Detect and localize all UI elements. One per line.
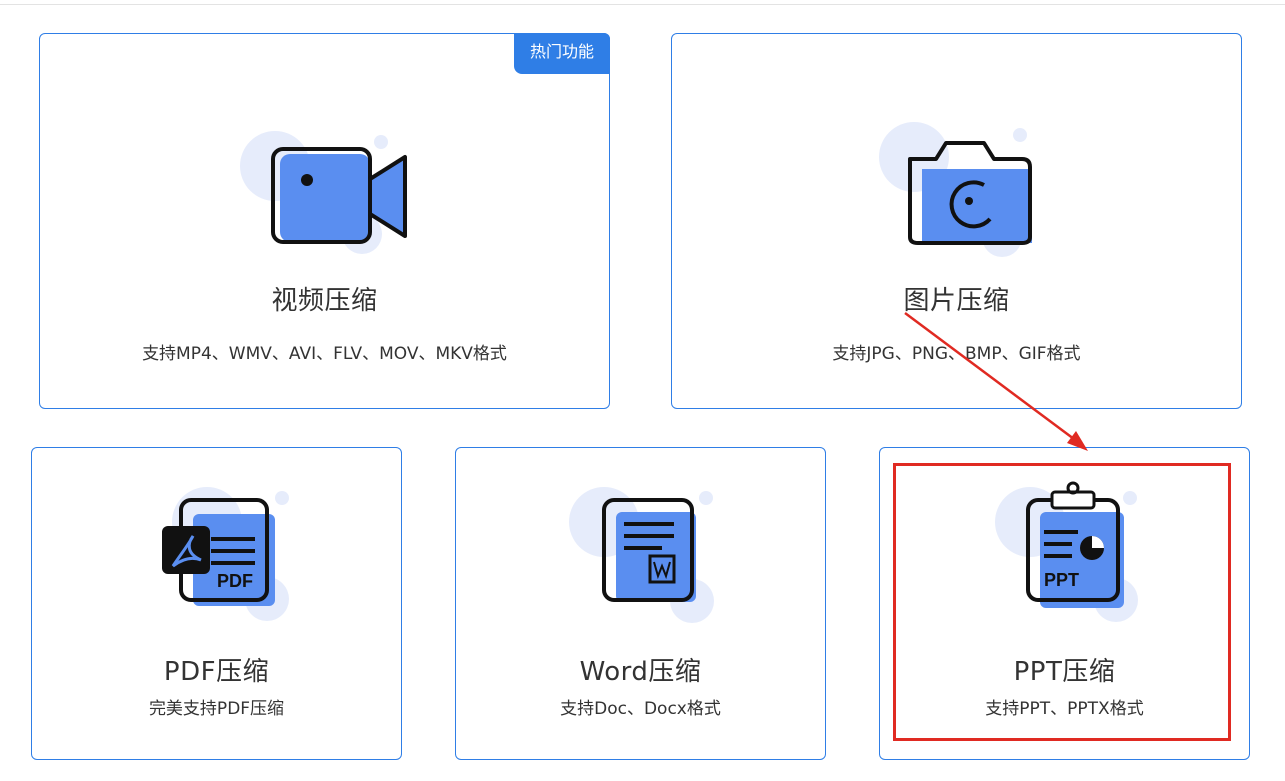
card-title: Word压缩 [579,657,702,687]
ppt-clipboard-icon: PPT [995,481,1138,622]
video-camera-icon [240,131,407,254]
pdf-compress-card[interactable]: PDF PDF压缩 完美支持PDF压缩 [31,447,402,760]
pdf-document-icon: PDF [162,487,289,621]
top-divider [0,4,1285,5]
hot-feature-badge: 热门功能 [514,33,610,74]
card-description: 支持MP4、WMV、AVI、FLV、MOV、MKV格式 [142,344,507,364]
video-compress-card[interactable]: 热门功能 视频压缩 支持MP4、WMV、AVI、FLV、MOV、MKV格式 [39,33,610,409]
ppt-compress-card[interactable]: PPT PPT压缩 支持PPT、PPTX格式 [879,447,1250,760]
card-description: 支持PPT、PPTX格式 [985,699,1144,719]
ppt-icon-text: PPT [1044,570,1079,590]
card-title: 视频压缩 [271,286,378,316]
image-compress-card[interactable]: 图片压缩 支持JPG、PNG、BMP、GIF格式 [671,33,1242,409]
word-document-icon [569,487,714,623]
card-title: PDF压缩 [163,657,270,687]
word-compress-card[interactable]: Word压缩 支持Doc、Docx格式 [455,447,826,760]
card-description: 完美支持PDF压缩 [148,699,285,719]
card-title: PPT压缩 [1013,657,1116,687]
camera-icon [879,122,1032,257]
card-description: 支持JPG、PNG、BMP、GIF格式 [832,344,1081,364]
card-title: 图片压缩 [903,286,1010,316]
card-description: 支持Doc、Docx格式 [560,699,721,719]
pdf-icon-text: PDF [217,571,253,591]
